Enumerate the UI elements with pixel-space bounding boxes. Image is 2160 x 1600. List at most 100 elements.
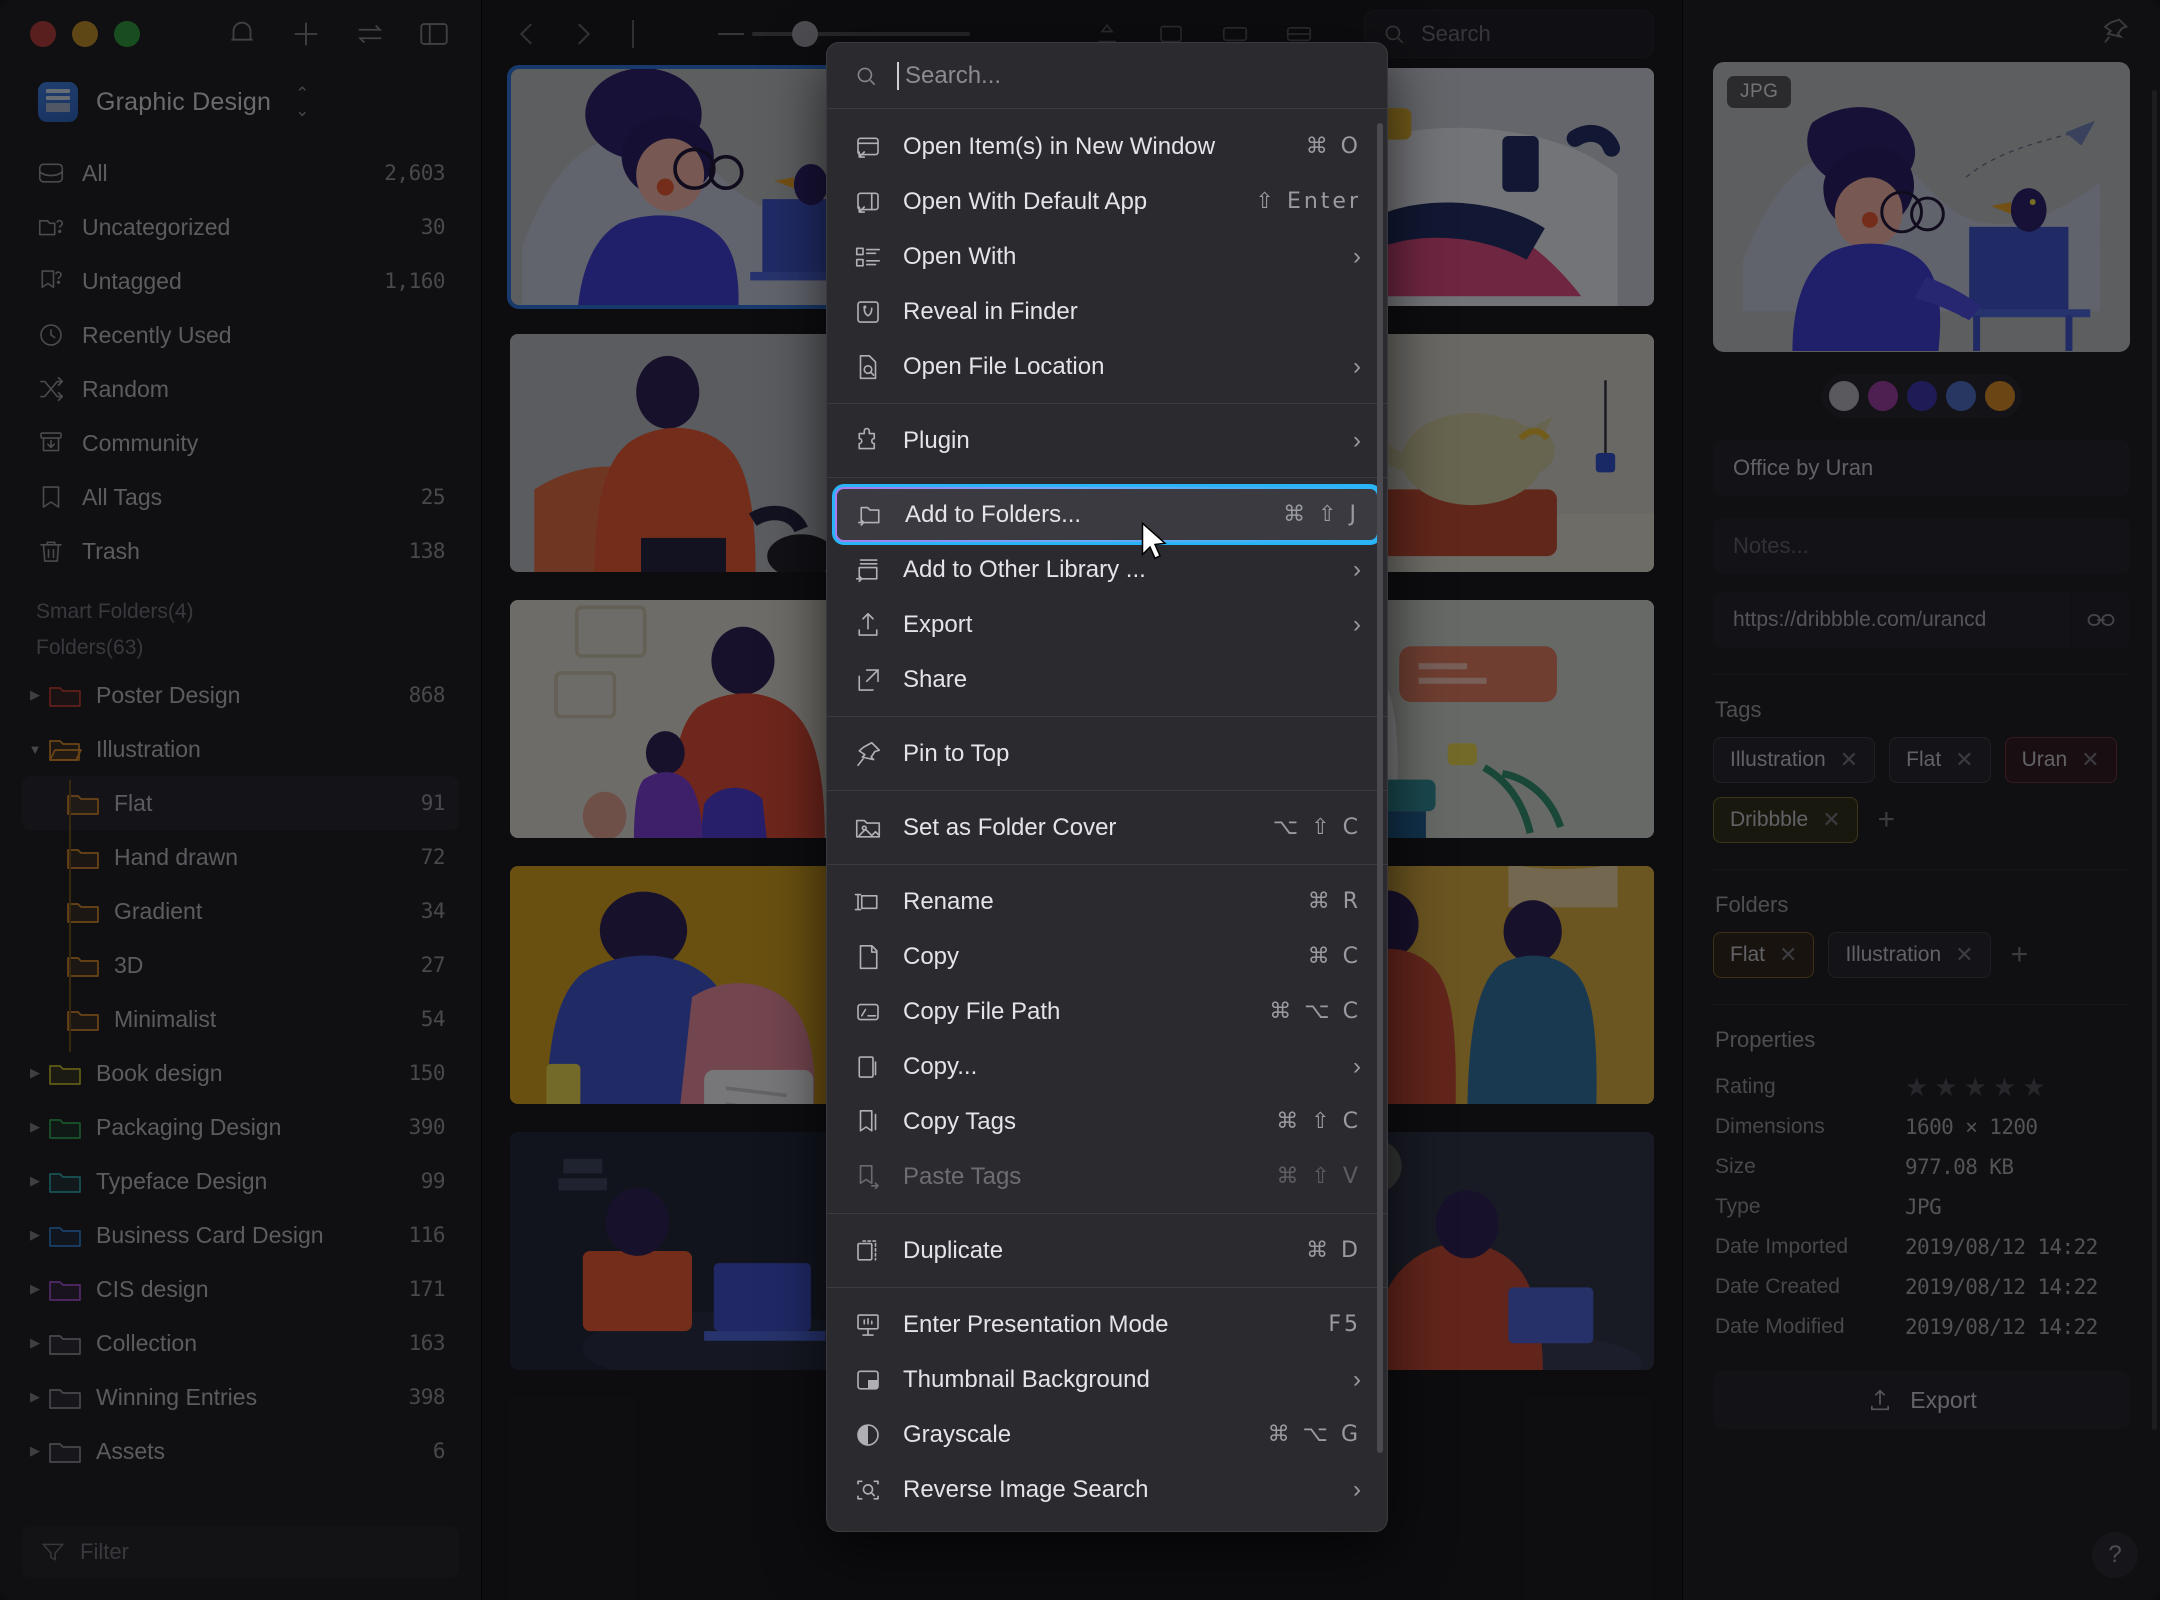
menu-item-label: Pin to Top — [903, 739, 1010, 767]
menu-item-set-as-folder-cover[interactable]: Set as Folder Cover ⌥ ⇧ C — [827, 800, 1387, 855]
menu-item-open-with-default-app[interactable]: Open With Default App ⇧ Enter — [827, 174, 1387, 229]
menu-item-shortcut: ⌘ O — [1305, 134, 1361, 159]
menu-item-shortcut: ⌥ ⇧ C — [1272, 815, 1361, 840]
menu-item-shortcut: ⌘ ⇧ J — [1283, 502, 1359, 527]
more-icon — [853, 1530, 883, 1532]
menu-item-label: Reverse Image Search — [903, 1475, 1149, 1503]
menu-item-label: Set as Folder Cover — [903, 813, 1117, 841]
chevron-right-icon: › — [1353, 426, 1361, 454]
menu-item-label: More... — [903, 1531, 1333, 1532]
rename-icon — [853, 887, 883, 917]
menu-separator — [827, 864, 1387, 865]
menu-item-label: Export — [903, 610, 973, 638]
menu-item-label: Plugin — [903, 426, 970, 454]
menu-item-reveal-in-finder[interactable]: Reveal in Finder — [827, 284, 1387, 339]
menu-item-shortcut: ⌘ D — [1306, 1238, 1361, 1263]
open-with-icon — [853, 242, 883, 272]
open-file-location-icon — [853, 352, 883, 382]
menu-item-open-with[interactable]: Open With › — [827, 229, 1387, 284]
menu-separator — [827, 1287, 1387, 1288]
duplicate-icon — [853, 1236, 883, 1266]
menu-item-export[interactable]: Export › — [827, 597, 1387, 652]
folder-cover-icon — [853, 813, 883, 843]
chevron-right-icon: › — [1353, 1475, 1361, 1503]
menu-item-pin-to-top[interactable]: Pin to Top — [827, 726, 1387, 781]
menu-item-thumbnail-background[interactable]: Thumbnail Background › — [827, 1352, 1387, 1407]
copy-file-path-icon — [853, 997, 883, 1027]
context-menu-items: Open Item(s) in New Window ⌘ O Open With D… — [827, 109, 1387, 1532]
menu-item-open-file-location[interactable]: Open File Location › — [827, 339, 1387, 394]
menu-item-reverse-image-search[interactable]: Reverse Image Search › — [827, 1462, 1387, 1517]
menu-item-open-item-s-in-new-window[interactable]: Open Item(s) in New Window ⌘ O — [827, 119, 1387, 174]
pin-icon — [853, 739, 883, 769]
paste-tags-icon — [853, 1162, 883, 1192]
chevron-right-icon: › — [1353, 1365, 1361, 1393]
context-search-placeholder: Search... — [905, 61, 1002, 89]
menu-separator — [827, 477, 1387, 478]
add-other-library-icon — [853, 555, 883, 585]
search-icon — [857, 67, 876, 85]
menu-item-add-to-folders[interactable]: Add to Folders... ⌘ ⇧ J — [835, 487, 1379, 542]
copy-icon — [853, 942, 883, 972]
menu-item-enter-presentation-mode[interactable]: Enter Presentation Mode F5 — [827, 1297, 1387, 1352]
menu-separator — [827, 790, 1387, 791]
presentation-icon — [853, 1310, 883, 1340]
menu-separator — [827, 1213, 1387, 1214]
menu-item-label: Add to Folders... — [905, 500, 1082, 528]
menu-item-copy[interactable]: Copy... › — [827, 1039, 1387, 1094]
text-caret — [897, 61, 899, 90]
menu-item-shortcut: ⇧ Enter — [1255, 189, 1361, 214]
menu-item-shortcut: ⌘ R — [1307, 889, 1361, 914]
menu-item-label: Enter Presentation Mode — [903, 1310, 1169, 1338]
menu-item-duplicate[interactable]: Duplicate ⌘ D — [827, 1223, 1387, 1278]
menu-item-label: Copy... — [903, 1052, 978, 1080]
menu-item-shortcut: ⌘ ⌥ C — [1269, 999, 1361, 1024]
menu-item-copy-tags[interactable]: Copy Tags ⌘ ⇧ C — [827, 1094, 1387, 1149]
menu-item-label: Reveal in Finder — [903, 297, 1078, 325]
open-default-app-icon — [853, 187, 883, 217]
menu-item-shortcut: F5 — [1328, 1312, 1361, 1337]
copy-more-icon — [853, 1052, 883, 1082]
menu-item-grayscale[interactable]: Grayscale ⌘ ⌥ G — [827, 1407, 1387, 1462]
app-window: Graphic Design ⌃⌄ All2,603Uncategorized3… — [0, 0, 2160, 1600]
context-menu-scrollbar[interactable] — [1377, 123, 1383, 1453]
menu-item-plugin[interactable]: Plugin › — [827, 413, 1387, 468]
menu-separator — [827, 403, 1387, 404]
menu-item-label: Thumbnail Background — [903, 1365, 1150, 1393]
menu-item-shortcut: ⌘ ⇧ C — [1276, 1109, 1361, 1134]
grayscale-icon — [853, 1420, 883, 1450]
chevron-right-icon: › — [1353, 610, 1361, 638]
menu-item-rename[interactable]: Rename ⌘ R — [827, 874, 1387, 929]
menu-item-copy[interactable]: Copy ⌘ C — [827, 929, 1387, 984]
menu-item-paste-tags: Paste Tags ⌘ ⇧ V — [827, 1149, 1387, 1204]
menu-item-label: Open With Default App — [903, 187, 1148, 215]
menu-item-share[interactable]: Share — [827, 652, 1387, 707]
menu-item-label: Rename — [903, 887, 994, 915]
menu-item-label: Grayscale — [903, 1420, 1012, 1448]
reverse-image-search-icon — [853, 1475, 883, 1505]
menu-item-label: Copy Tags — [903, 1107, 1016, 1135]
menu-item-label: Share — [903, 665, 968, 693]
chevron-right-icon: › — [1353, 242, 1361, 270]
reveal-finder-icon — [853, 297, 883, 327]
menu-item-label: Add to Other Library ... — [903, 555, 1146, 583]
copy-tags-icon — [853, 1107, 883, 1137]
menu-item-shortcut: ⌘ ⌥ G — [1267, 1422, 1361, 1447]
export-icon — [853, 610, 883, 640]
context-menu-search[interactable]: Search... — [827, 43, 1387, 109]
context-menu: Search... Open Item(s) in New Window ⌘ OO… — [826, 42, 1388, 1532]
menu-item-label: Open File Location — [903, 352, 1105, 380]
menu-item-copy-file-path[interactable]: Copy File Path ⌘ ⌥ C — [827, 984, 1387, 1039]
menu-item-add-to-other-library[interactable]: Add to Other Library ... › — [827, 542, 1387, 597]
menu-item-shortcut: ⌘ ⇧ V — [1276, 1164, 1361, 1189]
menu-separator — [827, 716, 1387, 717]
menu-item-label: Copy — [903, 942, 960, 970]
open-new-window-icon — [853, 132, 883, 162]
add-to-folders-icon — [855, 500, 885, 530]
menu-item-label: Open With — [903, 242, 1017, 270]
chevron-right-icon: › — [1353, 1052, 1361, 1080]
menu-item-label: Duplicate — [903, 1236, 1004, 1264]
thumbnail-bg-icon — [853, 1365, 883, 1395]
chevron-right-icon: › — [1353, 352, 1361, 380]
menu-item-more[interactable]: More...› — [827, 1517, 1387, 1532]
